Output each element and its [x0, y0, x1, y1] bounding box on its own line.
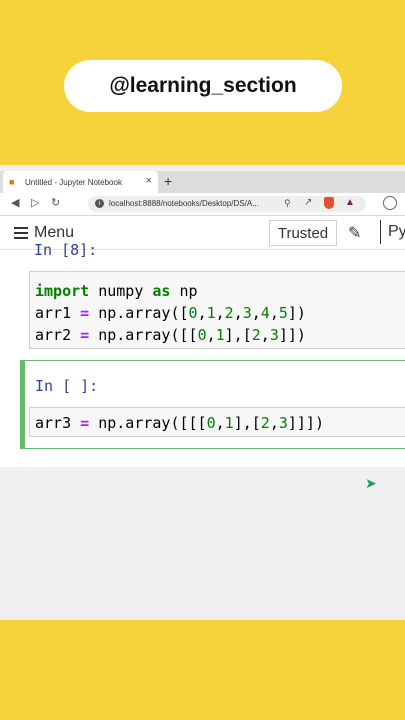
code-line: arr3 = np.array([[[0,1],[2,3]]]) — [35, 414, 324, 432]
mouse-cursor-icon: ➤ — [365, 475, 377, 491]
kernel-divider — [380, 220, 381, 244]
operator-assign: = — [80, 326, 90, 344]
keyword-as: as — [152, 282, 171, 300]
notebook-empty-area — [0, 467, 405, 620]
notebook-body: In [8]: import numpy as np arr1 = np.arr… — [0, 241, 405, 467]
menu-button[interactable]: Menu — [14, 224, 74, 242]
hamburger-icon — [14, 227, 28, 239]
browser-nav-bar: ◀ ▷ ↻ i localhost:8888/notebooks/Desktop… — [0, 193, 405, 216]
active-code-cell[interactable]: In [ ]: arr3 = np.array([[[0,1],[2,3]]]) — [20, 360, 405, 449]
address-bar[interactable]: i localhost:8888/notebooks/Desktop/DS/A.… — [88, 196, 366, 212]
share-icon[interactable]: ↗ — [304, 197, 312, 208]
operator-assign: = — [80, 414, 90, 432]
new-tab-button[interactable]: + — [164, 173, 172, 189]
channel-handle-banner: @learning_section — [64, 60, 342, 112]
code-cell-input[interactable]: import numpy as np arr1 = np.array([0,1,… — [29, 271, 405, 349]
edit-pencil-icon[interactable]: ✎ — [348, 223, 361, 243]
trusted-indicator[interactable]: Trusted — [269, 220, 337, 246]
code-line: import numpy as np — [35, 282, 198, 300]
reload-icon[interactable]: ↻ — [51, 197, 60, 210]
zoom-icon[interactable]: ⚲ — [284, 198, 291, 209]
jupyter-favicon-icon: ■ — [9, 176, 15, 187]
profile-icon[interactable] — [383, 196, 397, 210]
browser-tab[interactable]: ■ Untitled - Jupyter Notebook × — [3, 171, 158, 193]
cell-prompt: In [ ]: — [35, 377, 99, 395]
brave-rewards-icon[interactable]: ▲ — [345, 197, 355, 208]
back-icon[interactable]: ◀ — [11, 197, 19, 210]
operator-assign: = — [80, 304, 90, 322]
channel-handle-text: @learning_section — [109, 74, 297, 97]
code-cell-input[interactable]: arr3 = np.array([[[0,1],[2,3]]]) — [29, 407, 405, 437]
close-tab-icon[interactable]: × — [146, 175, 152, 187]
browser-screenshot: ■ Untitled - Jupyter Notebook × + ◀ ▷ ↻ … — [0, 165, 405, 620]
keyword-import: import — [35, 282, 90, 300]
code-line: arr1 = np.array([0,1,2,3,4,5]) — [35, 304, 306, 322]
trusted-label: Trusted — [277, 224, 329, 242]
kernel-name[interactable]: Py — [388, 223, 405, 241]
code-line: arr2 = np.array([[0,1],[2,3]]) — [35, 326, 306, 344]
browser-tab-bar: ■ Untitled - Jupyter Notebook × + — [0, 171, 405, 193]
cell-prompt: In [8]: — [34, 241, 98, 259]
menu-label: Menu — [34, 224, 75, 241]
brave-shields-icon[interactable] — [324, 197, 334, 209]
address-url: localhost:8888/notebooks/Desktop/DS/A... — [109, 199, 259, 208]
tab-title: Untitled - Jupyter Notebook — [25, 177, 122, 187]
forward-icon[interactable]: ▷ — [31, 197, 39, 210]
site-info-icon[interactable]: i — [95, 199, 104, 208]
